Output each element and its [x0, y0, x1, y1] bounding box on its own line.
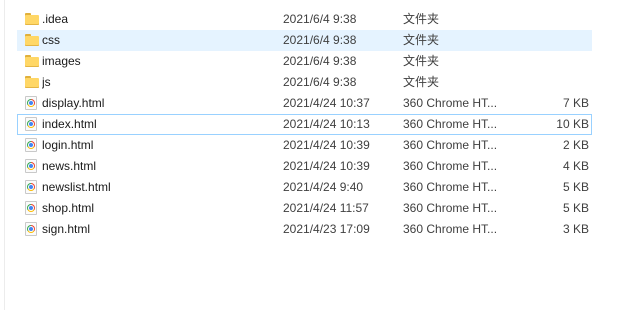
file-row[interactable]: shop.html 2021/4/24 11:57 360 Chrome HT.…	[17, 198, 592, 219]
file-date-modified: 2021/6/4 9:38	[283, 33, 357, 47]
file-type: 360 Chrome HT...	[403, 201, 498, 215]
file-row[interactable]: js 2021/6/4 9:38 文件夹	[17, 72, 592, 93]
file-date-modified: 2021/4/24 10:13	[283, 117, 370, 131]
chrome-html-file-icon	[24, 178, 40, 197]
file-size: 10 KB	[556, 117, 589, 131]
file-type: 文件夹	[403, 54, 440, 68]
file-size: 3 KB	[562, 222, 589, 236]
file-date-modified: 2021/4/24 10:39	[283, 138, 370, 152]
file-name: .idea	[42, 12, 69, 26]
file-name: index.html	[42, 117, 97, 131]
folder-icon	[24, 10, 40, 29]
file-type: 360 Chrome HT...	[403, 138, 498, 152]
file-type: 360 Chrome HT...	[403, 180, 498, 194]
file-date-modified: 2021/4/24 10:37	[283, 96, 370, 110]
chrome-html-file-icon	[24, 115, 40, 134]
file-row[interactable]: news.html 2021/4/24 10:39 360 Chrome HT.…	[17, 156, 592, 177]
file-size	[518, 10, 589, 29]
file-name: js	[42, 75, 51, 89]
folder-icon	[24, 31, 40, 50]
file-name: css	[42, 33, 60, 47]
file-size	[518, 73, 589, 92]
file-row[interactable]: .idea 2021/6/4 9:38 文件夹	[17, 9, 592, 30]
file-type: 文件夹	[403, 75, 440, 89]
file-row[interactable]: display.html 2021/4/24 10:37 360 Chrome …	[17, 93, 592, 114]
file-size: 5 KB	[562, 201, 589, 215]
file-type: 360 Chrome HT...	[403, 96, 498, 110]
file-size: 2 KB	[562, 138, 589, 152]
file-row[interactable]: login.html 2021/4/24 10:39 360 Chrome HT…	[17, 135, 592, 156]
file-type: 文件夹	[403, 12, 440, 26]
file-name: login.html	[42, 138, 94, 152]
folder-icon	[24, 52, 40, 71]
folder-icon	[24, 73, 40, 92]
file-row[interactable]: images 2021/6/4 9:38 文件夹	[17, 51, 592, 72]
file-row[interactable]: css 2021/6/4 9:38 文件夹	[17, 30, 592, 51]
file-date-modified: 2021/4/23 17:09	[283, 222, 370, 236]
file-type: 360 Chrome HT...	[403, 117, 498, 131]
file-size: 4 KB	[562, 159, 589, 173]
chrome-html-file-icon	[24, 136, 40, 155]
file-date-modified: 2021/4/24 9:40	[283, 180, 364, 194]
file-name: display.html	[42, 96, 105, 110]
file-list: .idea 2021/6/4 9:38 文件夹 css 2021/6/4 9:3…	[17, 9, 592, 240]
file-size	[518, 52, 589, 71]
file-date-modified: 2021/4/24 10:39	[283, 159, 370, 173]
file-row[interactable]: index.html 2021/4/24 10:13 360 Chrome HT…	[17, 114, 592, 135]
file-name: newslist.html	[42, 180, 111, 194]
file-type: 360 Chrome HT...	[403, 222, 498, 236]
file-name: sign.html	[42, 222, 91, 236]
chrome-html-file-icon	[24, 220, 40, 239]
chrome-html-file-icon	[24, 199, 40, 218]
file-row[interactable]: newslist.html 2021/4/24 9:40 360 Chrome …	[17, 177, 592, 198]
file-size	[518, 31, 589, 50]
file-type: 文件夹	[403, 33, 440, 47]
navigation-pane-edge	[0, 0, 5, 310]
file-size: 5 KB	[562, 180, 589, 194]
file-name: news.html	[42, 159, 97, 173]
chrome-html-file-icon	[24, 94, 40, 113]
file-size: 7 KB	[562, 96, 589, 110]
file-name: shop.html	[42, 201, 95, 215]
chrome-html-file-icon	[24, 157, 40, 176]
file-row[interactable]: sign.html 2021/4/23 17:09 360 Chrome HT.…	[17, 219, 592, 240]
file-name: images	[42, 54, 81, 68]
file-type: 360 Chrome HT...	[403, 159, 498, 173]
file-date-modified: 2021/4/24 11:57	[283, 201, 369, 215]
file-date-modified: 2021/6/4 9:38	[283, 75, 357, 89]
file-date-modified: 2021/6/4 9:38	[283, 54, 357, 68]
file-date-modified: 2021/6/4 9:38	[283, 12, 357, 26]
